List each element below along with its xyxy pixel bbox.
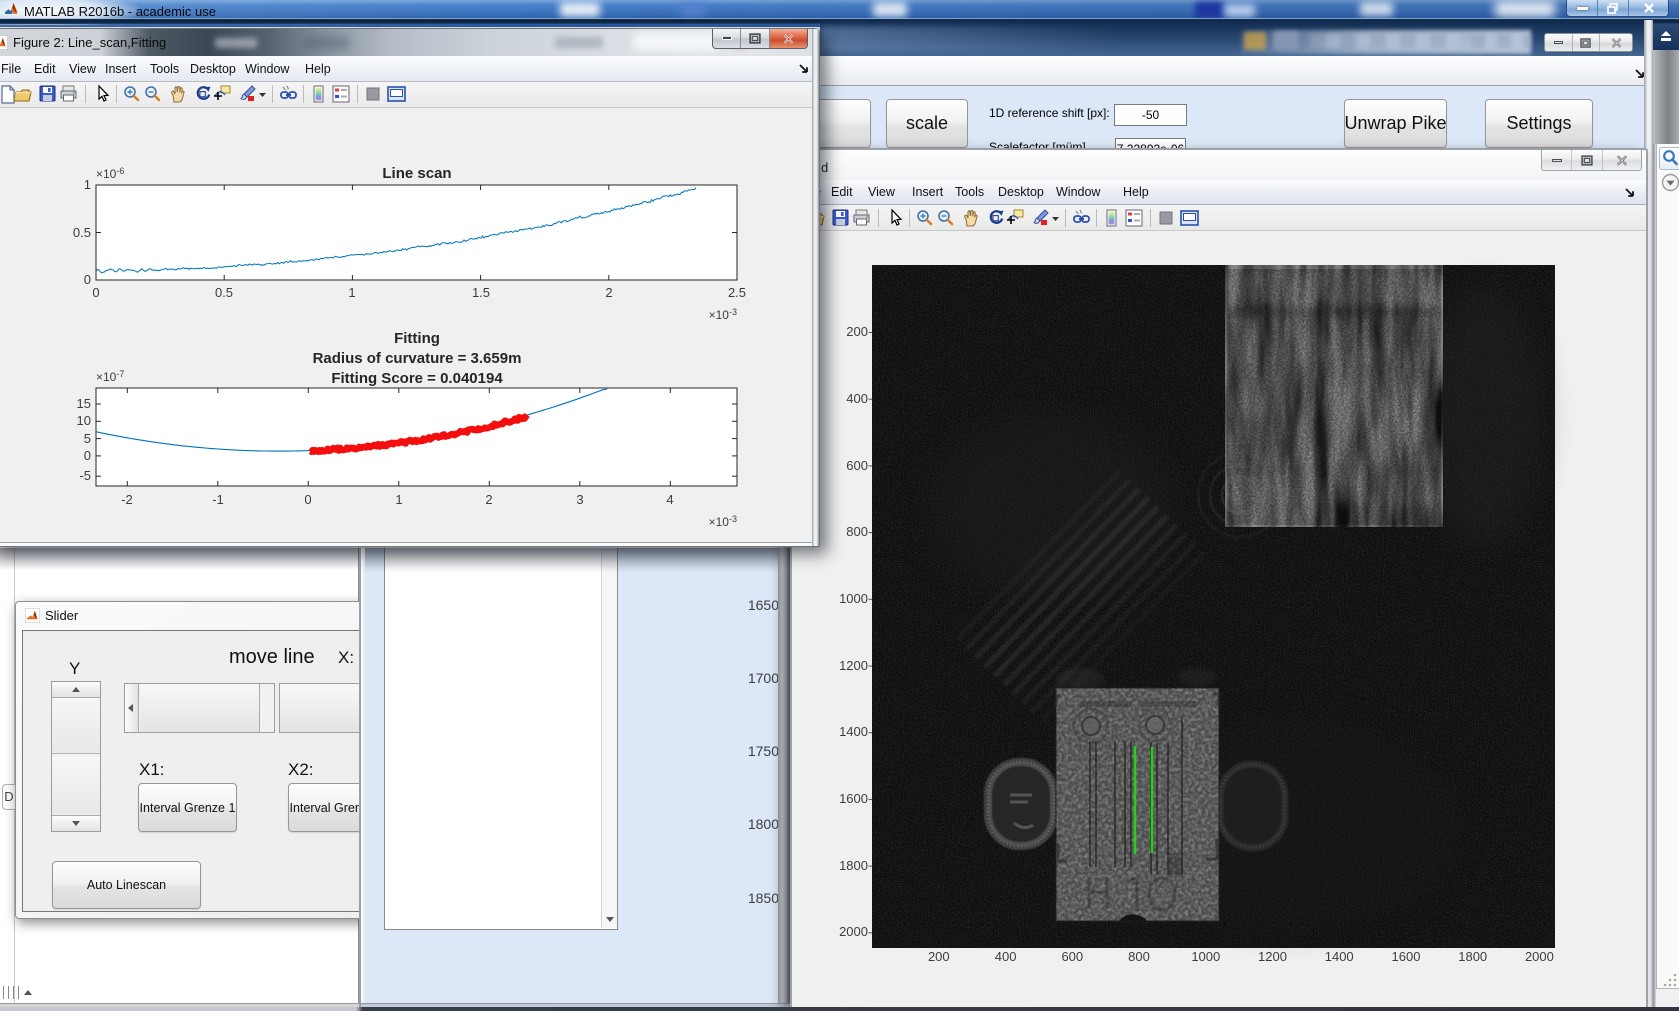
svg-text:400: 400 bbox=[846, 391, 868, 406]
svg-text:3: 3 bbox=[576, 492, 583, 507]
svg-text:-2: -2 bbox=[121, 492, 133, 507]
svg-text:15: 15 bbox=[77, 396, 91, 411]
svg-text:10: 10 bbox=[77, 413, 91, 428]
svg-text:×10-6: ×10-6 bbox=[96, 166, 124, 181]
svg-text:1000: 1000 bbox=[839, 591, 868, 606]
svg-text:1600: 1600 bbox=[1392, 949, 1421, 964]
svg-text:200: 200 bbox=[846, 324, 868, 339]
svg-text:2: 2 bbox=[605, 285, 612, 300]
svg-text:Fitting Score = 0.040194: Fitting Score = 0.040194 bbox=[331, 370, 503, 387]
svg-text:1800: 1800 bbox=[1458, 949, 1487, 964]
svg-text:0: 0 bbox=[84, 448, 91, 463]
svg-text:×10-7: ×10-7 bbox=[96, 369, 124, 384]
svg-text:-1: -1 bbox=[212, 492, 224, 507]
svg-text:1600: 1600 bbox=[839, 791, 868, 806]
svg-text:1200: 1200 bbox=[1258, 949, 1287, 964]
svg-text:2: 2 bbox=[485, 492, 492, 507]
svg-text:5: 5 bbox=[84, 431, 91, 446]
svg-text:1400: 1400 bbox=[1325, 949, 1354, 964]
svg-text:1400: 1400 bbox=[839, 724, 868, 739]
svg-text:0.5: 0.5 bbox=[73, 225, 91, 240]
svg-text:1000: 1000 bbox=[1191, 949, 1220, 964]
svg-text:1: 1 bbox=[395, 492, 402, 507]
svg-text:-5: -5 bbox=[79, 468, 91, 483]
svg-text:0: 0 bbox=[92, 285, 99, 300]
svg-text:1800: 1800 bbox=[839, 858, 868, 873]
svg-text:800: 800 bbox=[1128, 949, 1150, 964]
svg-text:600: 600 bbox=[1061, 949, 1083, 964]
svg-text:Radius of curvature = 3.659m: Radius of curvature = 3.659m bbox=[313, 350, 522, 367]
svg-text:Line scan: Line scan bbox=[382, 165, 451, 182]
svg-text:1.5: 1.5 bbox=[472, 285, 490, 300]
svg-text:0: 0 bbox=[84, 272, 91, 287]
svg-text:1: 1 bbox=[348, 285, 355, 300]
svg-text:2.5: 2.5 bbox=[728, 285, 746, 300]
svg-text:1200: 1200 bbox=[839, 658, 868, 673]
svg-text:600: 600 bbox=[846, 458, 868, 473]
svg-text:2000: 2000 bbox=[839, 924, 868, 939]
svg-text:1: 1 bbox=[84, 177, 91, 192]
svg-text:200: 200 bbox=[928, 949, 950, 964]
svg-text:400: 400 bbox=[995, 949, 1017, 964]
svg-text:×10-3: ×10-3 bbox=[709, 514, 737, 529]
svg-text:×10-3: ×10-3 bbox=[709, 307, 737, 322]
svg-text:800: 800 bbox=[846, 524, 868, 539]
svg-text:0.5: 0.5 bbox=[215, 285, 233, 300]
svg-text:0: 0 bbox=[304, 492, 311, 507]
svg-text:2000: 2000 bbox=[1525, 949, 1554, 964]
svg-text:Fitting: Fitting bbox=[394, 330, 440, 347]
svg-text:4: 4 bbox=[666, 492, 673, 507]
